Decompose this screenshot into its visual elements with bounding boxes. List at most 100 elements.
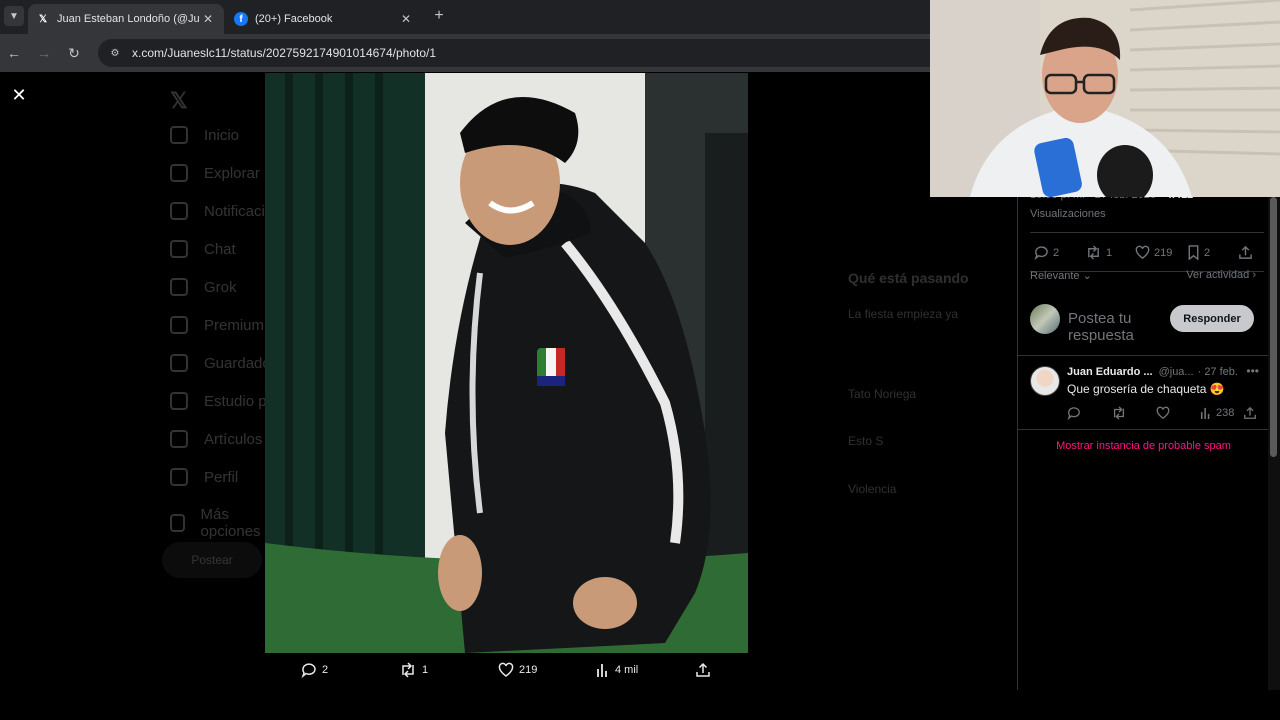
share-button[interactable]: [695, 662, 716, 678]
url-text: x.com/Juaneslc11/status/2027592174901014…: [132, 46, 437, 60]
x-logo-icon: 𝕏: [38, 13, 48, 25]
like-button[interactable]: 219: [498, 662, 537, 678]
share-icon: [1244, 406, 1256, 419]
repost-stat[interactable]: 1: [1085, 245, 1112, 260]
tab-x-profile[interactable]: 𝕏 Juan Esteban Londoño (@Juane ✕: [28, 4, 224, 34]
heart-icon: [498, 662, 514, 677]
post-photo[interactable]: [265, 73, 748, 653]
reply-header: Juan Eduardo ... @jua... · 27 feb.: [1067, 366, 1257, 378]
repost-icon: [402, 662, 414, 678]
repost-icon: [1113, 406, 1125, 420]
reply-repost-button[interactable]: [1111, 406, 1131, 420]
view-activity-link[interactable]: Ver actividad ›: [1186, 269, 1256, 281]
reply-author-name[interactable]: Juan Eduardo ...: [1067, 366, 1153, 378]
forward-arrow-icon[interactable]: →: [34, 43, 54, 63]
article-icon: [170, 430, 188, 448]
bottom-black-bar: [0, 690, 1280, 720]
profile-icon: [170, 468, 188, 486]
webcam-overlay: [930, 0, 1280, 197]
scrollbar-thumb[interactable]: [1270, 197, 1277, 457]
views-count: 4 mil: [615, 664, 639, 676]
repost-count: 1: [422, 664, 429, 676]
sidebar-item-perfil: Perfil: [170, 468, 238, 486]
bell-icon: [170, 202, 188, 220]
reply-submit-button[interactable]: Responder: [1170, 305, 1254, 332]
bookmark-stat[interactable]: 2: [1187, 245, 1210, 260]
mail-icon: [170, 240, 188, 258]
site-info-icon[interactable]: ⚙: [108, 46, 122, 60]
bookmark-icon: [170, 354, 188, 372]
tab-search-icon[interactable]: ▼: [4, 6, 24, 26]
like-count: 219: [519, 664, 538, 676]
reply-icon: [301, 663, 316, 678]
trend-item: La fiesta empieza ya: [848, 307, 959, 321]
player-photo-illustration: [265, 73, 748, 653]
bookmark-icon: [1188, 245, 1199, 260]
post-stats-row: 2 1 219 2: [1030, 232, 1264, 272]
show-spam-link[interactable]: Mostrar instancia de probable spam: [1018, 440, 1269, 452]
share-icon: [1239, 245, 1252, 259]
trend-item: Esto S: [848, 434, 884, 448]
avatar: [1030, 304, 1060, 334]
new-tab-icon[interactable]: +: [430, 7, 448, 25]
share-stat[interactable]: [1238, 245, 1257, 260]
premium-icon: [170, 316, 188, 334]
reply-date[interactable]: · 27 feb.: [1198, 366, 1238, 378]
like-stat[interactable]: 219: [1135, 245, 1172, 260]
reply-like-button[interactable]: [1156, 406, 1174, 420]
reply-composer: Postea tu respuesta Responder: [1018, 294, 1269, 356]
chevron-right-icon: ›: [1252, 269, 1256, 281]
facebook-icon: f: [234, 12, 248, 26]
views-chart-icon: [597, 664, 607, 677]
tab-label: (20+) Facebook: [255, 13, 333, 25]
studio-icon: [170, 392, 188, 410]
sidebar-item-grok: Grok: [170, 278, 237, 296]
sidebar-item-mas: Más opciones: [170, 506, 270, 540]
close-tab-icon[interactable]: ✕: [200, 12, 216, 26]
reply-views-button[interactable]: 238: [1200, 406, 1234, 420]
reply-icon: [1034, 246, 1048, 260]
reply-author-handle[interactable]: @jua...: [1159, 366, 1194, 378]
repost-button[interactable]: 1: [399, 662, 428, 678]
photo-action-bar: 2 1 219 4 mil: [265, 658, 748, 686]
more-icon: [170, 514, 185, 532]
views-chart-icon: [1200, 407, 1210, 419]
trends-title: Qué está pasando: [848, 270, 969, 286]
sidebar-item-articulos: Artículos: [170, 430, 262, 448]
reply-text: Que grosería de chaqueta 😍: [1067, 382, 1225, 396]
sidebar-item-estudio: Estudio p: [170, 392, 267, 410]
sidebar-item-inicio: Inicio: [170, 126, 239, 144]
reply-stat[interactable]: 2: [1034, 245, 1059, 260]
sort-dropdown[interactable]: Relevante ⌄: [1030, 269, 1092, 282]
reply-views-count: 238: [1216, 407, 1235, 419]
close-tab-icon[interactable]: ✕: [398, 12, 414, 26]
trend-item: Violencia: [848, 482, 897, 496]
repost-icon: [1088, 245, 1099, 260]
reply-action-bar: 238: [1067, 406, 1257, 422]
reload-icon[interactable]: ↻: [64, 43, 84, 63]
reply-input[interactable]: Postea tu respuesta: [1068, 310, 1158, 344]
reply-icon: [1067, 407, 1080, 420]
heart-icon: [1135, 245, 1150, 259]
reply-share-button[interactable]: [1243, 406, 1261, 420]
reply-button[interactable]: 2: [301, 662, 328, 678]
sidebar-item-explorar: Explorar: [170, 164, 260, 182]
reply-reply-button[interactable]: [1067, 406, 1085, 420]
more-options-icon[interactable]: •••: [1246, 364, 1259, 378]
heart-icon: [1156, 406, 1170, 420]
back-arrow-icon[interactable]: ←: [4, 43, 24, 63]
reply-post[interactable]: Juan Eduardo ... @jua... · 27 feb. ••• Q…: [1018, 356, 1269, 430]
sidebar-item-guardados: Guardados: [170, 354, 278, 372]
avatar[interactable]: [1030, 366, 1060, 396]
tab-label: Juan Esteban Londoño (@Juane: [57, 13, 200, 25]
views-button[interactable]: 4 mil: [596, 662, 638, 678]
tab-facebook[interactable]: f (20+) Facebook ✕: [226, 4, 422, 34]
grok-icon: [170, 278, 188, 296]
close-photo-icon[interactable]: ✕: [8, 84, 30, 106]
reply-count: 2: [322, 664, 329, 676]
home-icon: [170, 126, 188, 144]
streamer-webcam-illustration: [930, 0, 1280, 197]
sidebar-item-premium: Premium: [170, 316, 264, 334]
x-logo-icon: 𝕏: [170, 88, 188, 113]
search-icon: [170, 164, 188, 182]
